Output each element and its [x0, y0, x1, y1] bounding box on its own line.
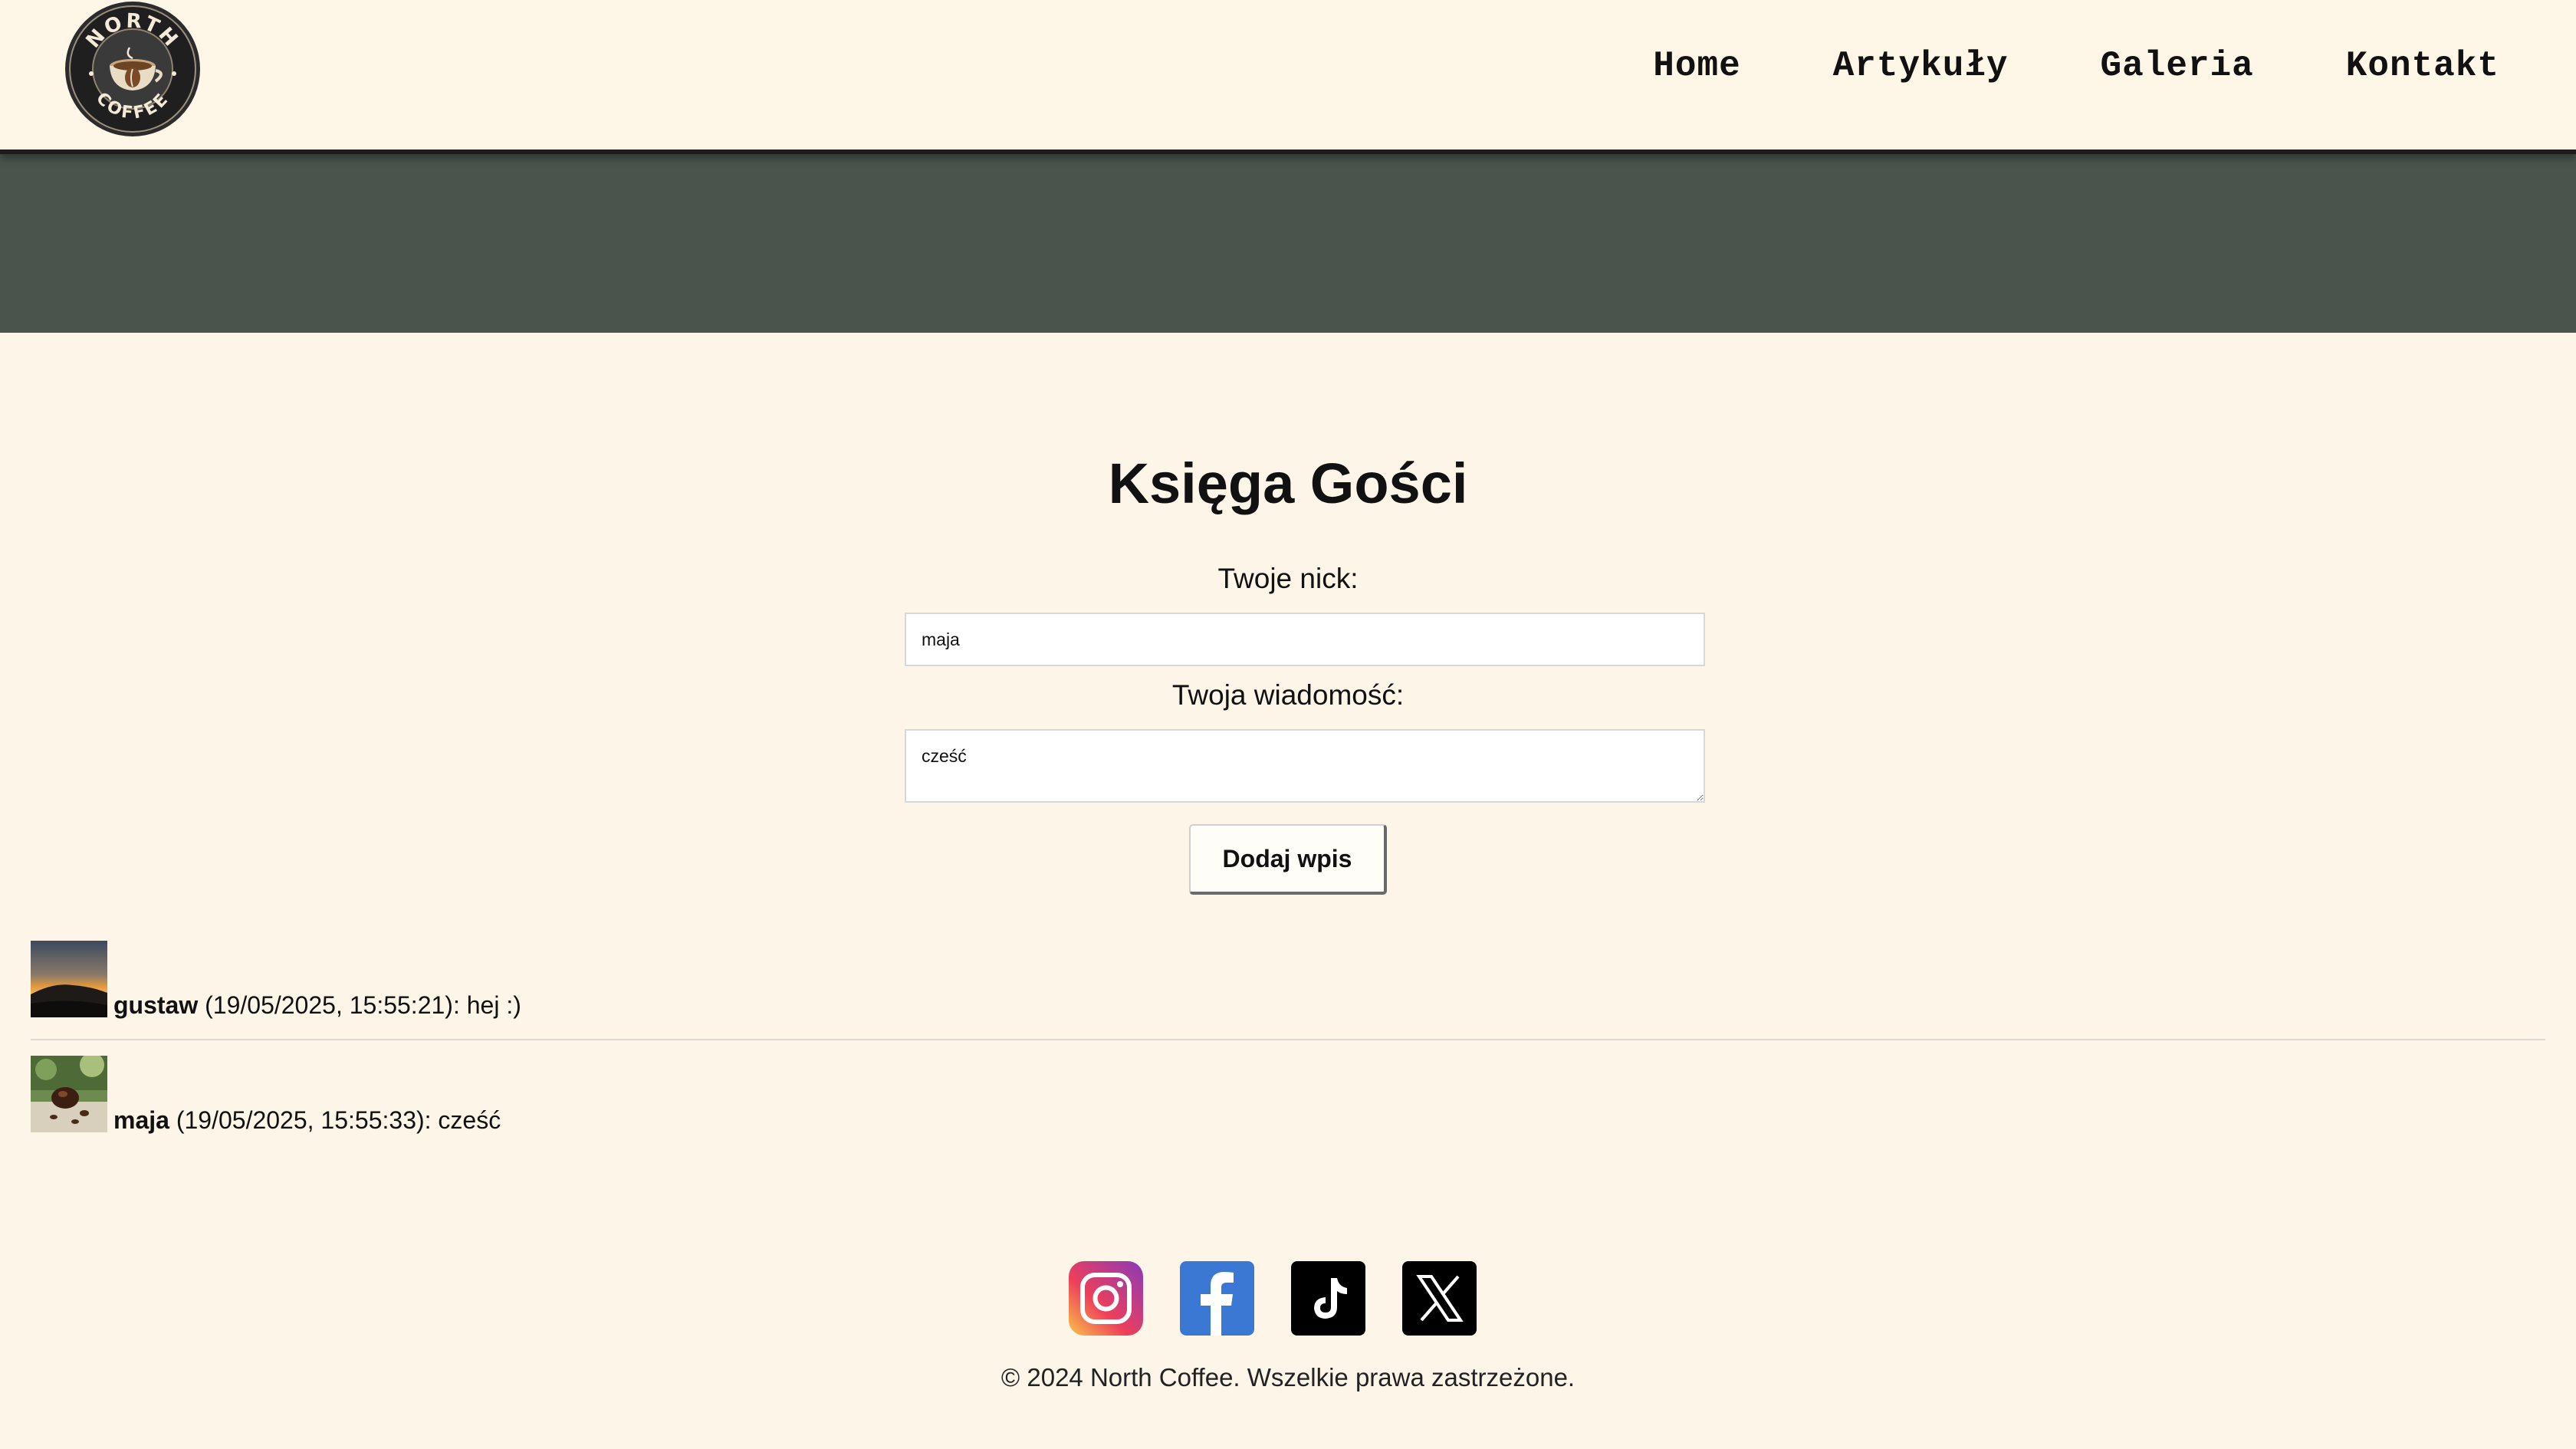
x-icon[interactable]: [1402, 1261, 1477, 1336]
guestbook-entry: maja (19/05/2025, 15:55:33): cześć: [31, 1056, 2545, 1154]
guestbook-entry: gustaw (19/05/2025, 15:55:21): hej :): [31, 941, 2545, 1040]
hero-banner: [0, 154, 2576, 333]
entry-meta: (19/05/2025, 15:55:21): hej :): [198, 991, 521, 1019]
copyright-text: © 2024 North Coffee. Wszelkie prawa zast…: [1001, 1363, 1576, 1392]
nick-label: Twoje nick:: [1217, 563, 1359, 594]
nav-home[interactable]: Home: [1653, 46, 1740, 86]
sunset-mountain-image: [31, 941, 107, 1017]
north-coffee-logo[interactable]: NORTH COFFEE: [64, 0, 202, 138]
tiktok-icon[interactable]: [1291, 1261, 1365, 1336]
message-textarea[interactable]: cześć: [905, 729, 1705, 803]
entry-nick: gustaw: [113, 991, 199, 1019]
nav-contact[interactable]: Kontakt: [2346, 46, 2499, 86]
add-entry-button[interactable]: Dodaj wpis: [1189, 824, 1387, 895]
entry-text: gustaw (19/05/2025, 15:55:21): hej :): [113, 991, 521, 1020]
coffee-beans-image: [31, 1056, 107, 1132]
main-nav: Home Artykuły Galeria Kontakt: [1653, 46, 2499, 86]
page-title: Księga Gości: [1108, 452, 1468, 515]
nick-input[interactable]: [905, 613, 1705, 666]
site-header: NORTH COFFEE Home Artykuły Galeria Konta…: [0, 0, 2576, 154]
instagram-icon[interactable]: [1069, 1261, 1143, 1336]
nav-gallery[interactable]: Galeria: [2101, 46, 2254, 86]
facebook-icon[interactable]: [1180, 1261, 1254, 1336]
entry-meta: (19/05/2025, 15:55:33): cześć: [169, 1106, 501, 1134]
message-label: Twoja wiadomość:: [1171, 679, 1405, 711]
entry-text: maja (19/05/2025, 15:55:33): cześć: [113, 1106, 501, 1135]
entry-nick: maja: [113, 1106, 169, 1134]
nav-articles[interactable]: Artykuły: [1833, 46, 2009, 86]
social-links: [1069, 1261, 1477, 1336]
